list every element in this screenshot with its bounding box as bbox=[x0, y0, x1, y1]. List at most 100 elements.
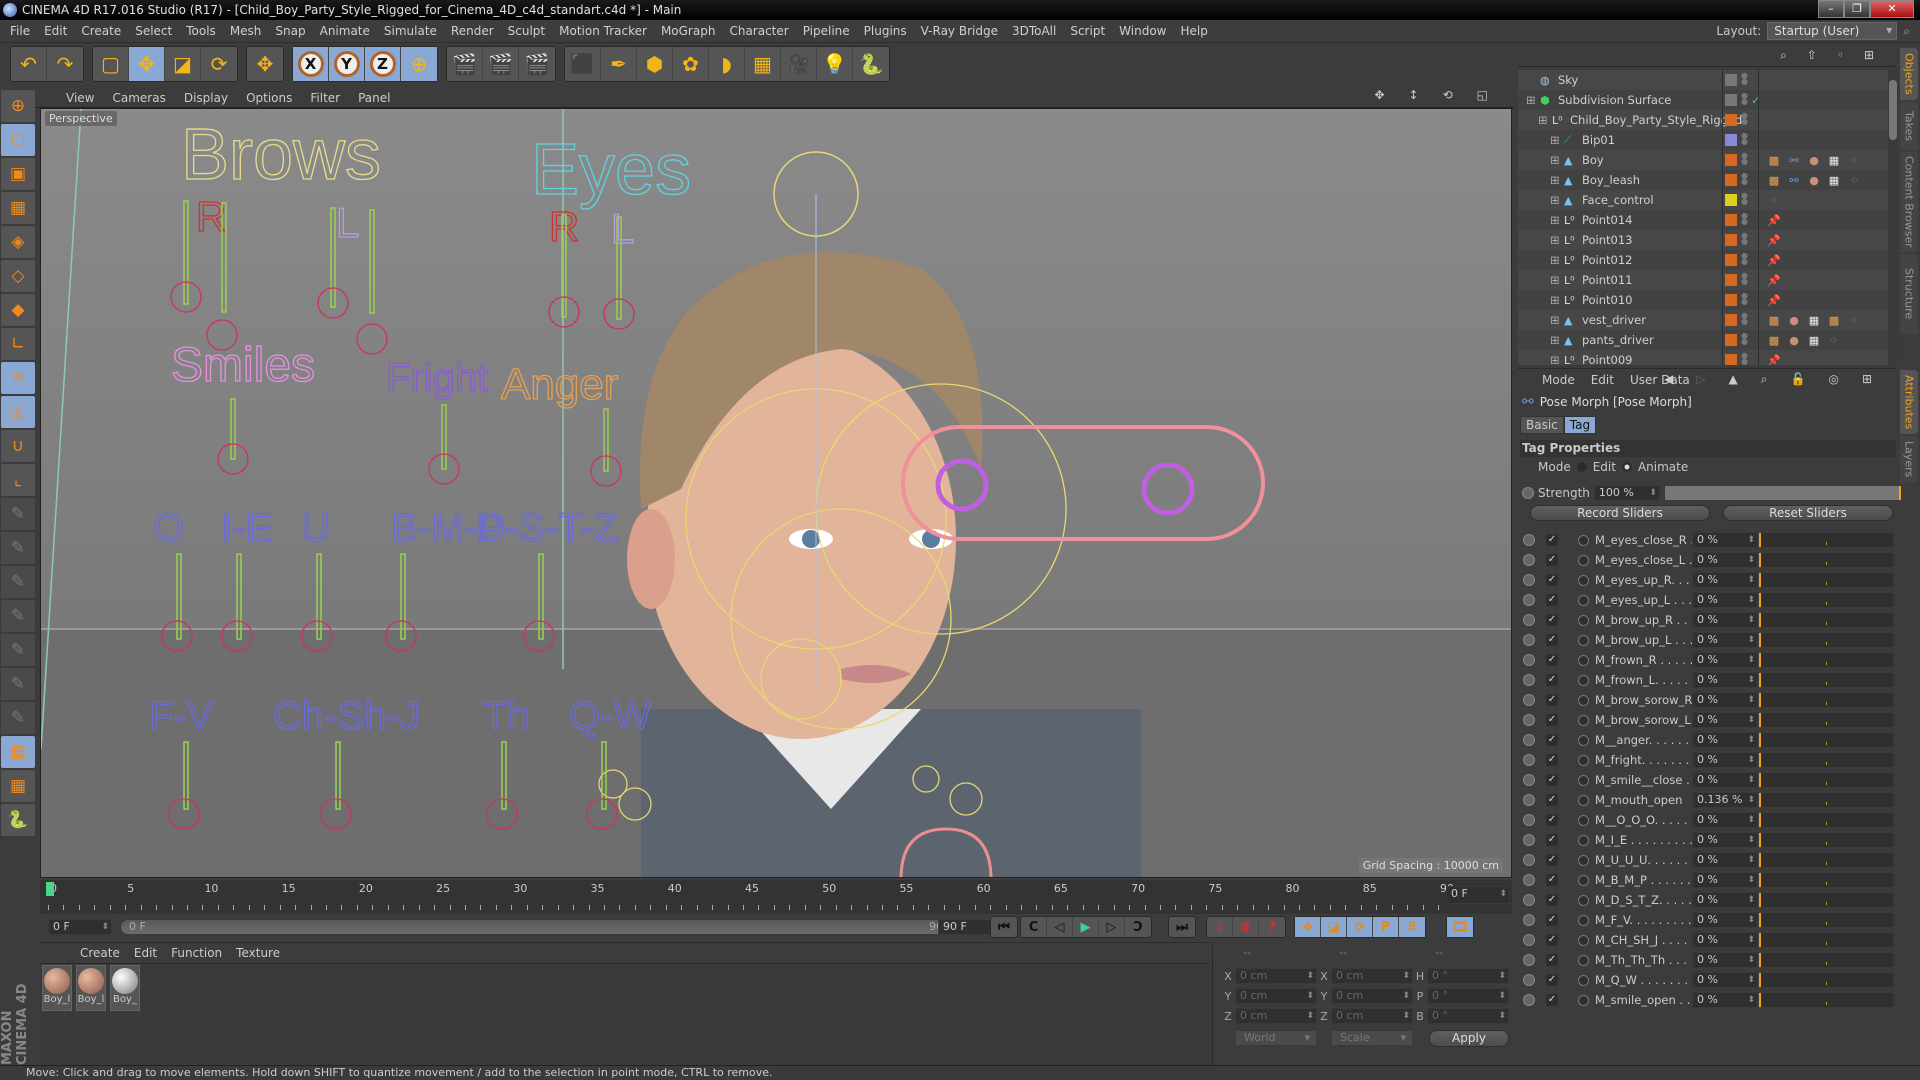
enable-checkbox[interactable]: ✓ bbox=[1546, 934, 1558, 946]
expand-toggle-icon[interactable]: ⊞ bbox=[1550, 213, 1560, 227]
coordinate-input-b[interactable]: 0 ° bbox=[1427, 1008, 1509, 1024]
visibility-dots[interactable]: ● ● bbox=[1741, 292, 1748, 306]
uvw-tag-icon[interactable]: ▦ bbox=[1826, 172, 1842, 188]
record-rotation-button[interactable]: ⟳ bbox=[1347, 917, 1373, 937]
cube-button[interactable]: ⬛ bbox=[565, 47, 601, 81]
scrollbar-thumb[interactable] bbox=[1889, 80, 1897, 140]
menu-file[interactable]: File bbox=[10, 24, 30, 38]
brow-l-outer-handle[interactable] bbox=[356, 323, 388, 355]
object-row-boy-leash[interactable]: ⊞ ▲ Boy_leash ● ● ▩ ⚯ ● ▦ ⁘ bbox=[1518, 170, 1888, 190]
keyframe-selection-button[interactable]: ? bbox=[1259, 917, 1285, 937]
record-sliders-button[interactable]: Record Sliders bbox=[1530, 505, 1710, 521]
expand-toggle-icon[interactable]: ⊞ bbox=[1538, 113, 1548, 127]
enable-checkbox[interactable]: ✓ bbox=[1546, 674, 1558, 686]
morph-value-slider[interactable] bbox=[1758, 912, 1894, 928]
constraint-tag-icon[interactable]: 📌 bbox=[1766, 252, 1782, 268]
render-view-button[interactable]: 🎬 bbox=[447, 47, 483, 81]
render-settings-button[interactable]: 🎬 bbox=[519, 47, 555, 81]
skin-tag-icon[interactable]: ⁘ bbox=[1846, 312, 1862, 328]
layer-color-swatch[interactable] bbox=[1725, 334, 1737, 346]
previous-frame-button[interactable]: ◁ bbox=[1047, 917, 1073, 937]
object-row-sky[interactable]: ◍ Sky ● ● bbox=[1518, 70, 1888, 90]
preview-range-slider[interactable]: 0 F 90 F bbox=[120, 919, 970, 935]
visibility-dots[interactable]: ● ● bbox=[1741, 232, 1748, 246]
coordinate-space-dropdown[interactable]: World bbox=[1235, 1030, 1317, 1046]
morph-target-icon[interactable] bbox=[1578, 714, 1589, 726]
key-pla-button[interactable]: ✎ bbox=[1, 668, 35, 700]
morph-value-slider[interactable] bbox=[1758, 872, 1894, 888]
morph-value-input[interactable]: 0 % bbox=[1692, 612, 1758, 628]
layer-color-swatch[interactable] bbox=[1725, 254, 1737, 266]
morph-value-slider[interactable] bbox=[1758, 592, 1894, 608]
key-psr-button[interactable]: ✎ bbox=[1, 600, 35, 632]
points-mode-button[interactable]: ◈ bbox=[1, 226, 35, 258]
morph-target-icon[interactable] bbox=[1578, 734, 1589, 746]
morph-value-input[interactable]: 0 % bbox=[1692, 652, 1758, 668]
object-row-point009[interactable]: ⊞ L⁰ Point009 ● ● 📌 bbox=[1518, 350, 1888, 365]
constraint-tag-icon[interactable]: 📌 bbox=[1766, 352, 1782, 366]
tweak-mode-button[interactable]: 🖱 bbox=[1, 362, 35, 394]
material-tag-icon[interactable]: ● bbox=[1806, 152, 1822, 168]
next-key-button[interactable]: Ↄ bbox=[1125, 917, 1151, 937]
zoom-view-icon[interactable]: ↕ bbox=[1409, 88, 1419, 102]
menu-simulate[interactable]: Simulate bbox=[384, 24, 437, 38]
enable-checkbox[interactable]: ✓ bbox=[1546, 774, 1558, 786]
animate-keyframe-button[interactable] bbox=[1523, 634, 1535, 646]
material-menu-create[interactable]: Create bbox=[80, 946, 120, 960]
constraint-tag-icon[interactable]: 📌 bbox=[1766, 232, 1782, 248]
enable-checkbox[interactable]: ✓ bbox=[1546, 974, 1558, 986]
render-picture-viewer-button[interactable]: 🎬 bbox=[483, 47, 519, 81]
material-menu-edit[interactable]: Edit bbox=[134, 946, 157, 960]
expand-toggle-icon[interactable]: ⊞ bbox=[1550, 133, 1560, 147]
go-to-end-button[interactable]: ⏭ bbox=[1169, 917, 1195, 937]
morph-value-slider[interactable] bbox=[1758, 672, 1894, 688]
morph-value-input[interactable]: 0 % bbox=[1692, 992, 1758, 1008]
attributes-menu-edit[interactable]: Edit bbox=[1591, 373, 1614, 387]
rotate-view-icon[interactable]: ⟲ bbox=[1443, 88, 1453, 102]
recent-tools-button[interactable]: ✥ bbox=[247, 47, 283, 81]
menu-3dtoall[interactable]: 3DToAll bbox=[1012, 24, 1056, 38]
visibility-dots[interactable]: ● ● bbox=[1741, 192, 1748, 206]
edges-mode-button[interactable]: ◇ bbox=[1, 260, 35, 292]
object-row-vest-driver[interactable]: ⊞ ▲ vest_driver ● ● ▩ ● ▦ ▩ ⁘ bbox=[1518, 310, 1888, 330]
python-script-button[interactable]: 🐍 bbox=[1, 804, 35, 836]
enable-checkbox[interactable]: ✓ bbox=[1546, 574, 1558, 586]
weight-tag-icon[interactable]: ▩ bbox=[1826, 312, 1842, 328]
enable-checkbox[interactable]: ✓ bbox=[1546, 694, 1558, 706]
morph-target-icon[interactable] bbox=[1578, 594, 1589, 606]
menu-select[interactable]: Select bbox=[135, 24, 172, 38]
skin-tag-icon[interactable]: ⁘ bbox=[1846, 152, 1862, 168]
apply-button[interactable]: Apply bbox=[1429, 1030, 1509, 1047]
attributes-menu-mode[interactable]: Mode bbox=[1542, 373, 1575, 387]
coordinate-input-p[interactable]: 0 ° bbox=[1427, 988, 1509, 1004]
material-swatch[interactable]: Boy_l bbox=[42, 965, 72, 1011]
visibility-dots[interactable]: ● ● bbox=[1741, 272, 1748, 286]
side-tab-attributes[interactable]: Attributes bbox=[1900, 370, 1918, 434]
y-axis-lock-button[interactable]: Y bbox=[329, 47, 365, 81]
morph-value-input[interactable]: 0 % bbox=[1692, 812, 1758, 828]
autokeying-button[interactable]: ⦾ bbox=[1233, 917, 1259, 937]
material-menu-function[interactable]: Function bbox=[171, 946, 222, 960]
animate-keyframe-button[interactable] bbox=[1523, 554, 1535, 566]
morph-value-input[interactable]: 0 % bbox=[1692, 852, 1758, 868]
z-axis-lock-button[interactable]: Z bbox=[365, 47, 401, 81]
enable-checkbox[interactable]: ✓ bbox=[1546, 894, 1558, 906]
uvw-tag-icon[interactable]: ▦ bbox=[1826, 152, 1842, 168]
enable-checkbox[interactable]: ✓ bbox=[1546, 714, 1558, 726]
key-position-button[interactable]: ✎ bbox=[1, 532, 35, 564]
constraint-tag-icon[interactable]: 📌 bbox=[1766, 292, 1782, 308]
morph-value-slider[interactable] bbox=[1758, 792, 1894, 808]
visibility-dots[interactable]: ● ● bbox=[1741, 132, 1748, 146]
object-row-point013[interactable]: ⊞ L⁰ Point013 ● ● 📌 bbox=[1518, 230, 1888, 250]
menu-tools[interactable]: Tools bbox=[186, 24, 216, 38]
light-button[interactable]: 💡 bbox=[817, 47, 853, 81]
brow-l-inner-handle[interactable] bbox=[317, 287, 349, 319]
align-workplane-button[interactable]: ▦ bbox=[1, 770, 35, 802]
model-mode-button[interactable]: ⬡ bbox=[1, 124, 35, 156]
strength-input[interactable]: 100 % bbox=[1593, 485, 1660, 501]
enable-checkbox[interactable]: ✓ bbox=[1546, 634, 1558, 646]
animate-keyframe-button[interactable] bbox=[1523, 654, 1535, 666]
morph-value-input[interactable]: 0 % bbox=[1692, 552, 1758, 568]
pen-spline-button[interactable]: ✒ bbox=[601, 47, 637, 81]
coordinate-input-h[interactable]: 0 ° bbox=[1427, 968, 1509, 984]
